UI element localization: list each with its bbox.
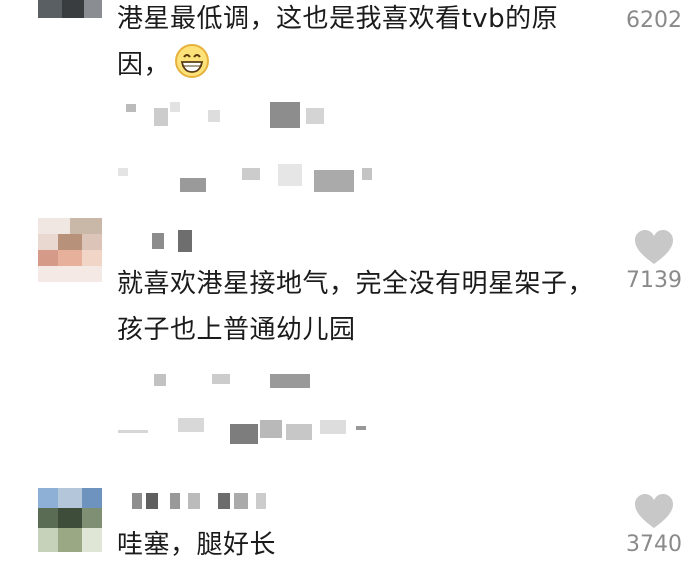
- grinning-face-emoji: [174, 43, 210, 79]
- avatar[interactable]: [38, 488, 102, 552]
- like-button[interactable]: 7139: [614, 230, 694, 293]
- avatar[interactable]: [38, 0, 102, 22]
- heart-icon[interactable]: [614, 230, 694, 266]
- like-count: 6202: [626, 8, 682, 33]
- comment-text-content: 哇塞，腿好长: [117, 530, 277, 560]
- username[interactable]: [122, 490, 282, 512]
- like-button[interactable]: 6202: [614, 0, 694, 33]
- like-count: 3740: [626, 532, 682, 557]
- comment-text-content: 就喜欢港星接地气，完全没有明星架子，孩子也上普通幼儿园: [117, 269, 595, 345]
- reply-preview[interactable]: [110, 98, 410, 198]
- like-count: 7139: [626, 268, 682, 293]
- heart-icon[interactable]: [614, 494, 694, 530]
- comment-text: 就喜欢港星接地气，完全没有明星架子，孩子也上普通幼儿园: [117, 261, 607, 353]
- comment-text: 港星最低调，这也是我喜欢看tvb的原因，: [117, 0, 607, 88]
- reply-preview[interactable]: [110, 368, 410, 448]
- avatar[interactable]: [38, 218, 102, 282]
- username[interactable]: [122, 230, 202, 252]
- comment-text: 哇塞，腿好长: [117, 522, 607, 568]
- like-button[interactable]: 3740: [614, 494, 694, 557]
